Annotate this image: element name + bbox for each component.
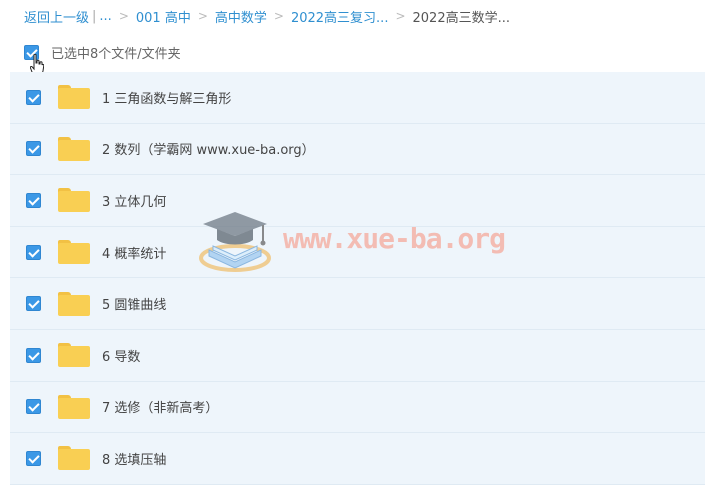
file-name[interactable]: 5 圆锥曲线	[102, 294, 166, 313]
row-checkbox[interactable]	[26, 192, 41, 208]
row-checkbox[interactable]	[26, 399, 41, 415]
crumb-gaozhong-shuxue[interactable]: 高中数学	[215, 7, 267, 26]
folder-icon	[58, 240, 90, 265]
list-item[interactable]: 6 导数	[10, 329, 705, 382]
file-name[interactable]: 4 概率统计	[102, 243, 166, 262]
row-checkbox[interactable]	[26, 450, 41, 466]
file-name[interactable]: 6 导数	[102, 346, 140, 365]
crumb-review[interactable]: 2022高三复习...	[291, 7, 388, 26]
breadcrumb: 返回上一级 | ... > 001 高中 > 高中数学 > 2022高三复习..…	[24, 0, 510, 32]
list-item[interactable]: 7 选修（非新高考）	[10, 381, 705, 434]
row-checkbox[interactable]	[26, 244, 41, 260]
list-item[interactable]: 4 概率统计	[10, 226, 705, 279]
file-name[interactable]: 7 选修（非新高考）	[102, 397, 218, 416]
crumb-separator-icon: >	[273, 9, 284, 23]
file-name[interactable]: 3 立体几何	[102, 191, 166, 210]
ellipsis-link[interactable]: ...	[99, 9, 111, 24]
selection-status: 已选中8个文件/文件夹	[51, 46, 181, 62]
list-item[interactable]: 1 三角函数与解三角形	[10, 72, 705, 124]
file-name[interactable]: 1 三角函数与解三角形	[102, 88, 231, 107]
row-checkbox[interactable]	[26, 347, 41, 363]
row-checkbox[interactable]	[26, 296, 41, 312]
crumb-separator-icon: >	[197, 9, 208, 23]
list-item[interactable]: 5 圆锥曲线	[10, 278, 705, 330]
folder-icon	[58, 136, 90, 161]
folder-icon	[58, 394, 90, 419]
file-list: 1 三角函数与解三角形 2 数列（学霸网 www.xue-ba.org） 3 立…	[10, 72, 705, 485]
folder-icon	[58, 343, 90, 368]
folder-icon	[58, 188, 90, 213]
row-checkbox[interactable]	[26, 141, 41, 157]
folder-icon	[58, 446, 90, 471]
crumb-current: 2022高三数学...	[412, 10, 510, 26]
list-item[interactable]: 2 数列（学霸网 www.xue-ba.org）	[10, 123, 705, 176]
row-checkbox[interactable]	[26, 89, 41, 105]
file-name[interactable]: 8 选填压轴	[102, 449, 166, 468]
crumb-001-gaozhong[interactable]: 001 高中	[136, 7, 191, 26]
list-item[interactable]: 8 选填压轴	[10, 433, 705, 485]
selection-bar: 已选中8个文件/文件夹	[24, 40, 181, 64]
file-name[interactable]: 2 数列（学霸网 www.xue-ba.org）	[102, 139, 315, 158]
back-link[interactable]: 返回上一级	[24, 7, 89, 26]
folder-icon	[58, 291, 90, 316]
crumb-separator-icon: >	[395, 9, 406, 23]
crumb-separator-icon: >	[118, 9, 129, 23]
list-item[interactable]: 3 立体几何	[10, 175, 705, 227]
folder-icon	[58, 85, 90, 110]
crumb-divider: |	[92, 8, 97, 24]
